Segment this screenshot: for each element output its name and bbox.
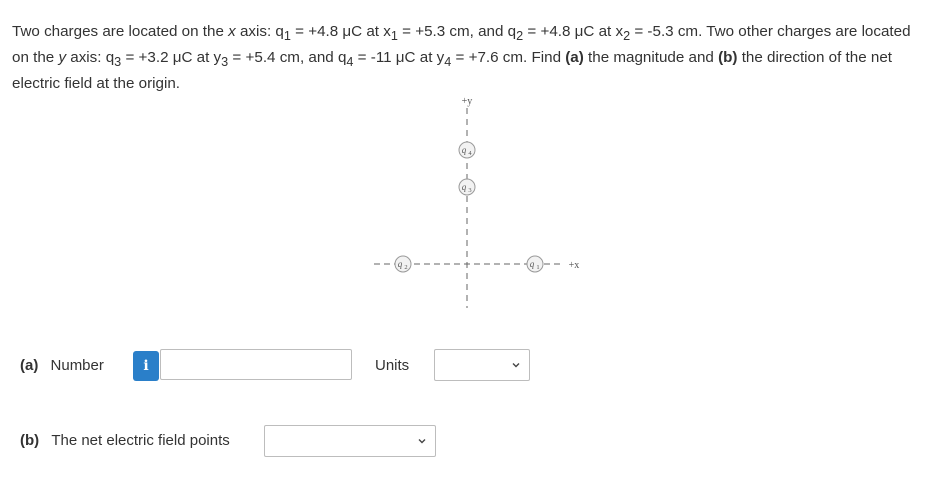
- charge-diagram: +y +x q 4 q 3 q 2 q 1: [374, 96, 580, 308]
- svg-text:q: q: [530, 259, 535, 269]
- chevron-down-icon: [418, 439, 426, 444]
- number-input[interactable]: [160, 349, 352, 380]
- part-b-label: (b): [20, 432, 40, 449]
- charge-q4: q 4: [458, 141, 476, 159]
- info-icon[interactable]: i: [133, 351, 159, 381]
- charge-q1: q 1: [526, 255, 544, 273]
- direction-select[interactable]: [264, 425, 436, 457]
- units-select[interactable]: [434, 349, 530, 381]
- svg-text:q: q: [462, 182, 467, 192]
- units-label: Units: [375, 357, 410, 374]
- svg-text:3: 3: [468, 187, 471, 194]
- number-label: Number: [50, 357, 104, 374]
- svg-text:q: q: [398, 259, 403, 269]
- direction-label: The net electric field points: [51, 432, 230, 449]
- part-a-row: (a) Number: [20, 357, 104, 374]
- axis-label-plus-y: +y: [462, 96, 473, 107]
- charge-q3: q 3: [458, 178, 476, 196]
- part-b-row: (b) The net electric field points: [20, 432, 230, 449]
- charge-q2: q 2: [394, 255, 412, 273]
- chevron-down-icon: [512, 363, 520, 368]
- part-a-label: (a): [20, 357, 39, 374]
- svg-text:q: q: [462, 145, 467, 155]
- svg-text:2: 2: [404, 264, 407, 271]
- svg-text:1: 1: [536, 264, 539, 271]
- axis-label-plus-x: +x: [569, 260, 580, 271]
